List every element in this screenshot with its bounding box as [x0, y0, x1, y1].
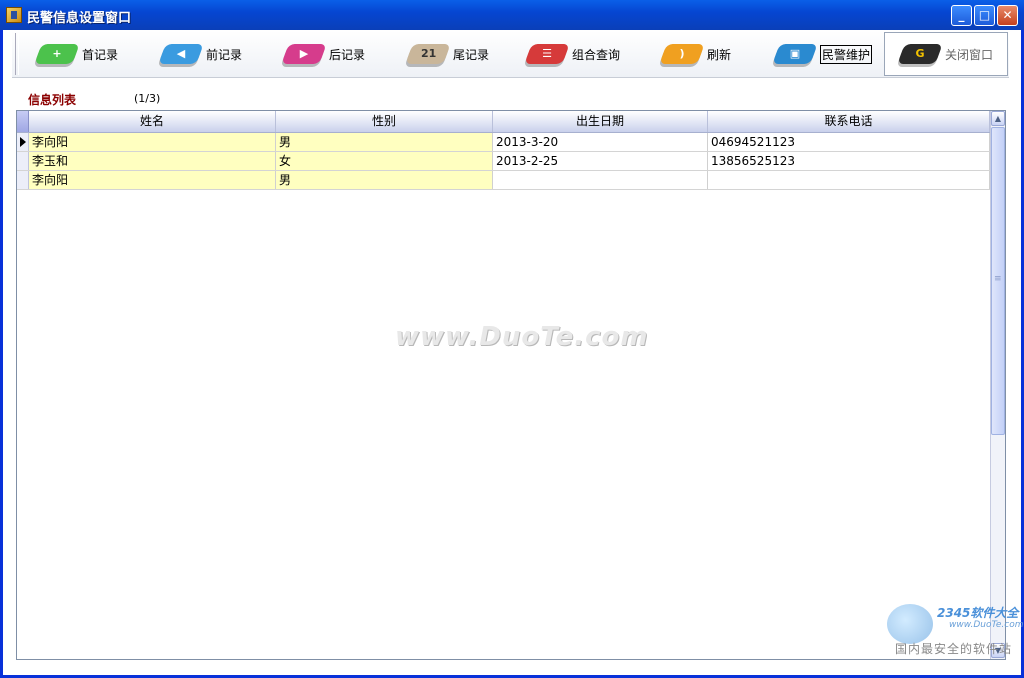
mascot-logo-icon	[887, 604, 933, 644]
row-indicator-header	[17, 111, 29, 132]
maximize-button[interactable]: □	[974, 5, 995, 26]
previous-record-button[interactable]: ◀ 前记录	[158, 34, 243, 74]
column-header-gender[interactable]: 性别	[276, 111, 493, 132]
column-header-name[interactable]: 姓名	[29, 111, 276, 132]
cell-gender[interactable]: 女	[276, 152, 493, 170]
corner-slogan: 国内最安全的软件站	[895, 642, 1013, 656]
refresh-label: 刷新	[707, 47, 732, 62]
next-record-label: 后记录	[329, 47, 366, 62]
watermark-text: www.DuoTe.com	[395, 322, 649, 352]
close-button[interactable]: ✕	[997, 5, 1018, 26]
first-record-label: 首记录	[82, 47, 119, 62]
cell-birth-date[interactable]	[493, 171, 708, 189]
cell-birth-date[interactable]: 2013-2-25	[493, 152, 708, 170]
table-row[interactable]: 李向阳 男	[17, 171, 990, 190]
cell-gender[interactable]: 男	[276, 133, 493, 151]
cell-birth-date[interactable]: 2013-3-20	[493, 133, 708, 151]
list-title: 信息列表	[28, 93, 77, 107]
record-counter: (1/3)	[134, 92, 161, 105]
table-row[interactable]: 李玉和 女 2013-2-25 13856525123	[17, 152, 990, 171]
combined-query-button[interactable]: ☰ 组合查询	[524, 34, 621, 74]
cell-name[interactable]: 李玉和	[29, 152, 276, 170]
refresh-rss-icon: )	[659, 40, 705, 68]
cell-phone[interactable]	[708, 171, 990, 189]
police-maintenance-label: 民警维护	[820, 44, 873, 64]
close-window-icon: G	[897, 40, 943, 68]
row-indicator	[17, 152, 29, 170]
last-record-calendar-icon: 21	[405, 40, 451, 68]
previous-record-label: 前记录	[206, 47, 243, 62]
data-grid[interactable]: 姓名 性别 出生日期 联系电话 李向阳 男 2013-3-20 04694521…	[16, 110, 1006, 660]
column-header-birth-date[interactable]: 出生日期	[493, 111, 708, 132]
cell-name[interactable]: 李向阳	[29, 133, 276, 151]
main-window: 民警信息设置窗口 _ □ ✕ + 首记录 ◀ 前记录 ▶ 后记录 21 尾记录 …	[0, 0, 1024, 678]
cell-phone[interactable]: 04694521123	[708, 133, 990, 151]
combined-query-label: 组合查询	[572, 47, 621, 62]
title-bar[interactable]: 民警信息设置窗口 _ □ ✕	[0, 0, 1024, 30]
window-title: 民警信息设置窗口	[27, 11, 132, 26]
close-window-label: 关闭窗口	[945, 47, 994, 62]
next-record-icon: ▶	[281, 40, 327, 68]
first-record-button[interactable]: + 首记录	[34, 34, 119, 74]
row-indicator	[17, 171, 29, 189]
current-row-indicator	[17, 133, 29, 151]
vertical-scrollbar[interactable]: ▲ ▼	[990, 111, 1005, 659]
corner-watermark: 2345软件大全 www.DuoTe.com 国内最安全的软件站	[887, 600, 1024, 660]
column-header-phone[interactable]: 联系电话	[708, 111, 990, 132]
corner-brand: 2345软件大全	[937, 606, 1019, 620]
table-row[interactable]: 李向阳 男 2013-3-20 04694521123	[17, 133, 990, 152]
corner-url: www.DuoTe.com	[949, 620, 1024, 630]
combined-query-icon: ☰	[524, 40, 570, 68]
next-record-button[interactable]: ▶ 后记录	[281, 34, 366, 74]
police-maintenance-icon: ▣	[772, 40, 818, 68]
police-maintenance-button[interactable]: ▣ 民警维护	[772, 34, 873, 74]
first-record-icon: +	[34, 40, 80, 68]
toolbar: + 首记录 ◀ 前记录 ▶ 后记录 21 尾记录 ☰ 组合查询 ) 刷新 ▣ 民…	[12, 31, 1009, 78]
last-record-button[interactable]: 21 尾记录	[405, 34, 490, 74]
cell-name[interactable]: 李向阳	[29, 171, 276, 189]
scroll-up-arrow-icon[interactable]: ▲	[991, 111, 1005, 126]
cell-gender[interactable]: 男	[276, 171, 493, 189]
app-icon	[6, 7, 22, 23]
scroll-thumb[interactable]	[991, 127, 1005, 435]
grid-header: 姓名 性别 出生日期 联系电话	[17, 111, 990, 133]
close-window-button[interactable]: G 关闭窗口	[884, 32, 1009, 76]
last-record-label: 尾记录	[453, 47, 490, 62]
refresh-button[interactable]: ) 刷新	[659, 34, 732, 74]
minimize-button[interactable]: _	[951, 5, 972, 26]
previous-record-icon: ◀	[158, 40, 204, 68]
cell-phone[interactable]: 13856525123	[708, 152, 990, 170]
